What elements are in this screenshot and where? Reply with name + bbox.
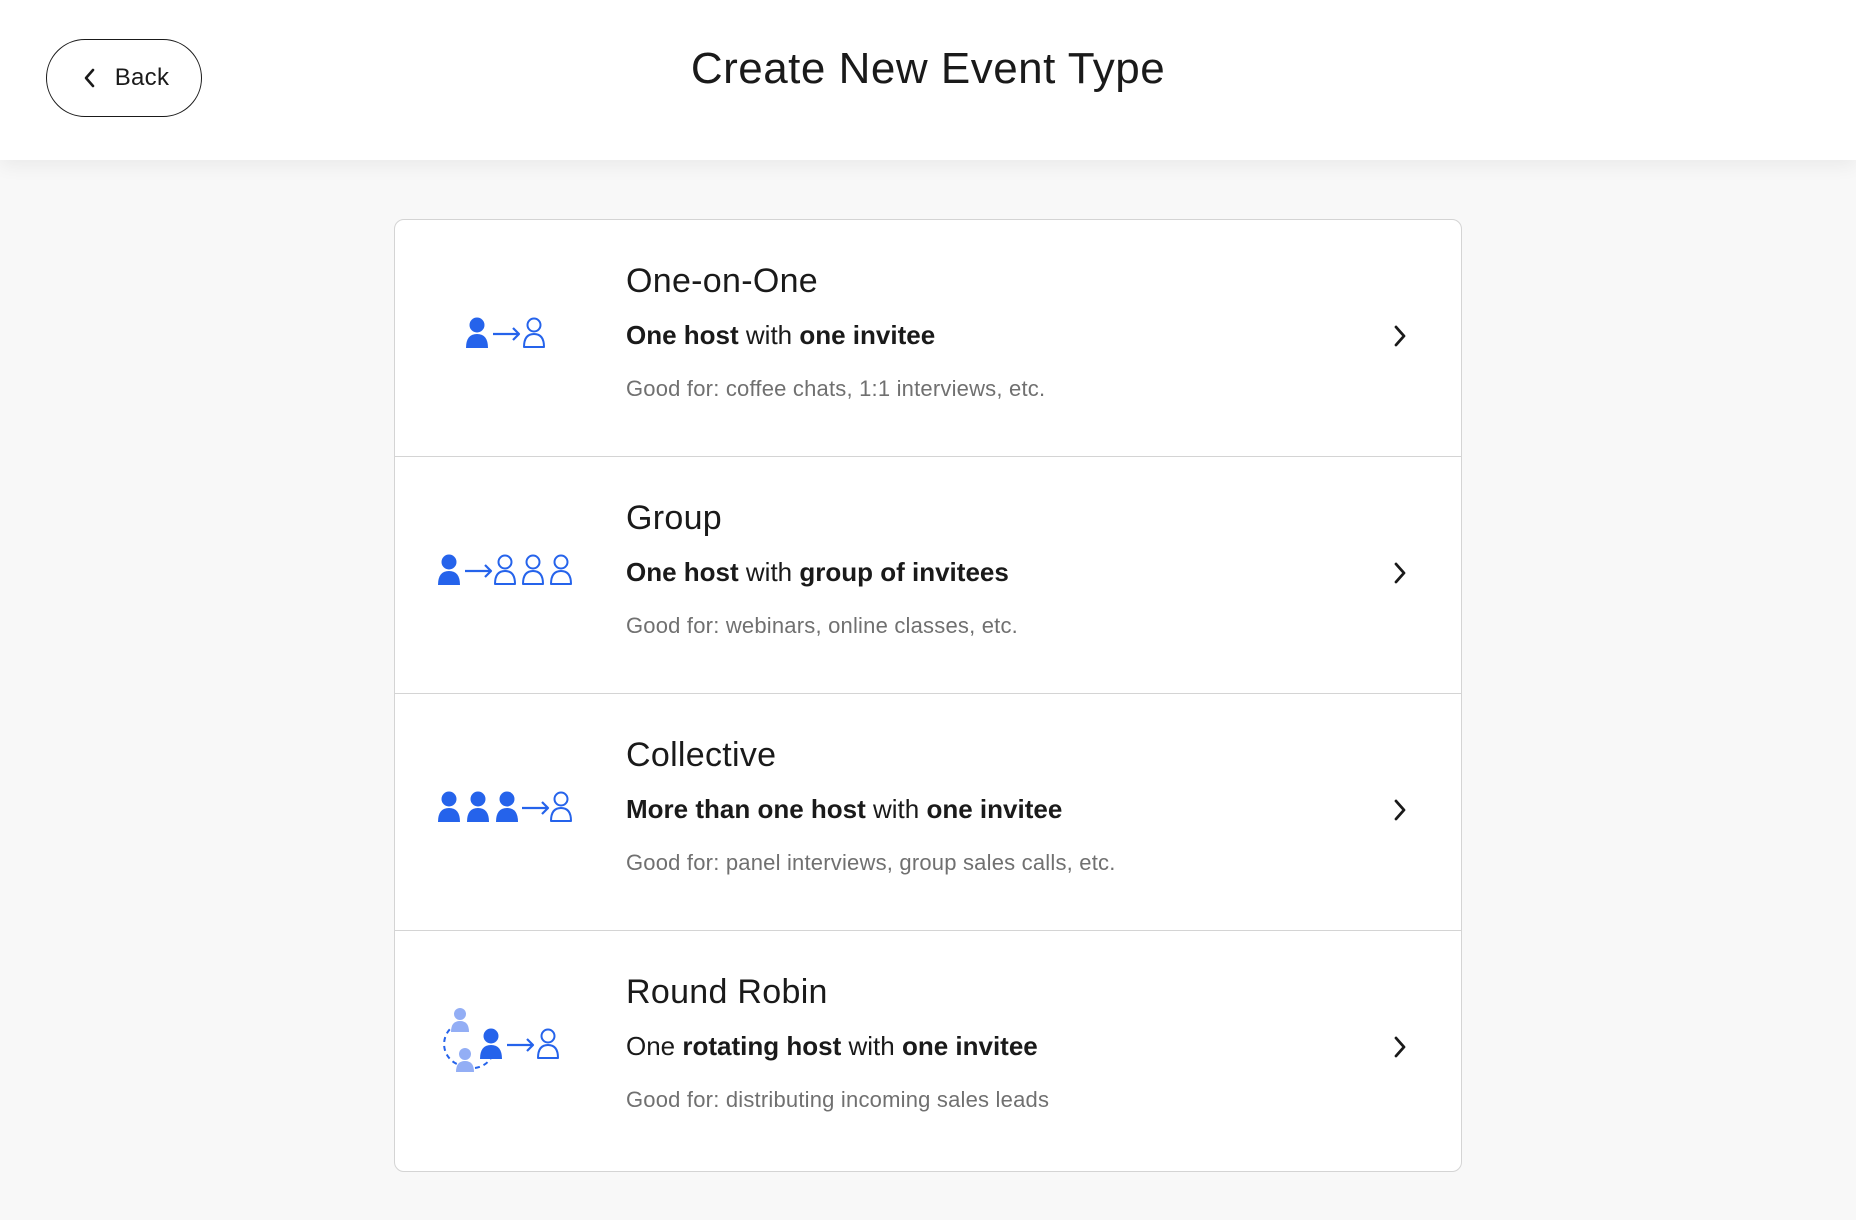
option-title: Collective <box>626 736 777 774</box>
chevron-right-icon <box>1385 795 1415 825</box>
chevron-right-icon <box>1385 558 1415 588</box>
round-robin-icon <box>435 1008 575 1084</box>
option-title: Round Robin <box>626 973 828 1011</box>
one-on-one-icon <box>435 303 575 373</box>
option-title: One-on-One <box>626 262 818 300</box>
page-title: Create New Event Type <box>690 44 1166 93</box>
option-description: More than one host with one invitee <box>626 794 1063 824</box>
event-option-group[interactable]: Group One host with group of invitees Go… <box>395 457 1461 694</box>
option-good-for: Good for: distributing incoming sales le… <box>626 1087 1050 1112</box>
option-description: One rotating host with one invitee <box>626 1031 1038 1061</box>
event-option-round-robin[interactable]: Round Robin One rotating host with one i… <box>395 931 1461 1168</box>
option-good-for: Good for: panel interviews, group sales … <box>626 850 1116 875</box>
group-icon <box>435 540 575 610</box>
event-option-collective[interactable]: Collective More than one host with one i… <box>395 694 1461 931</box>
page-header: Back Create New Event Type <box>0 0 1856 160</box>
event-option-one-on-one[interactable]: One-on-One One host with one invitee Goo… <box>395 220 1461 457</box>
option-description: One host with one invitee <box>626 320 936 350</box>
chevron-right-icon <box>1385 1032 1415 1062</box>
option-good-for: Good for: webinars, online classes, etc. <box>626 613 1018 638</box>
chevron-right-icon <box>1385 321 1415 351</box>
option-good-for: Good for: coffee chats, 1:1 interviews, … <box>626 376 1046 401</box>
option-description: One host with group of invitees <box>626 557 1009 587</box>
collective-icon <box>435 777 575 847</box>
option-title: Group <box>626 499 722 537</box>
event-type-list: One-on-One One host with one invitee Goo… <box>394 219 1462 1172</box>
